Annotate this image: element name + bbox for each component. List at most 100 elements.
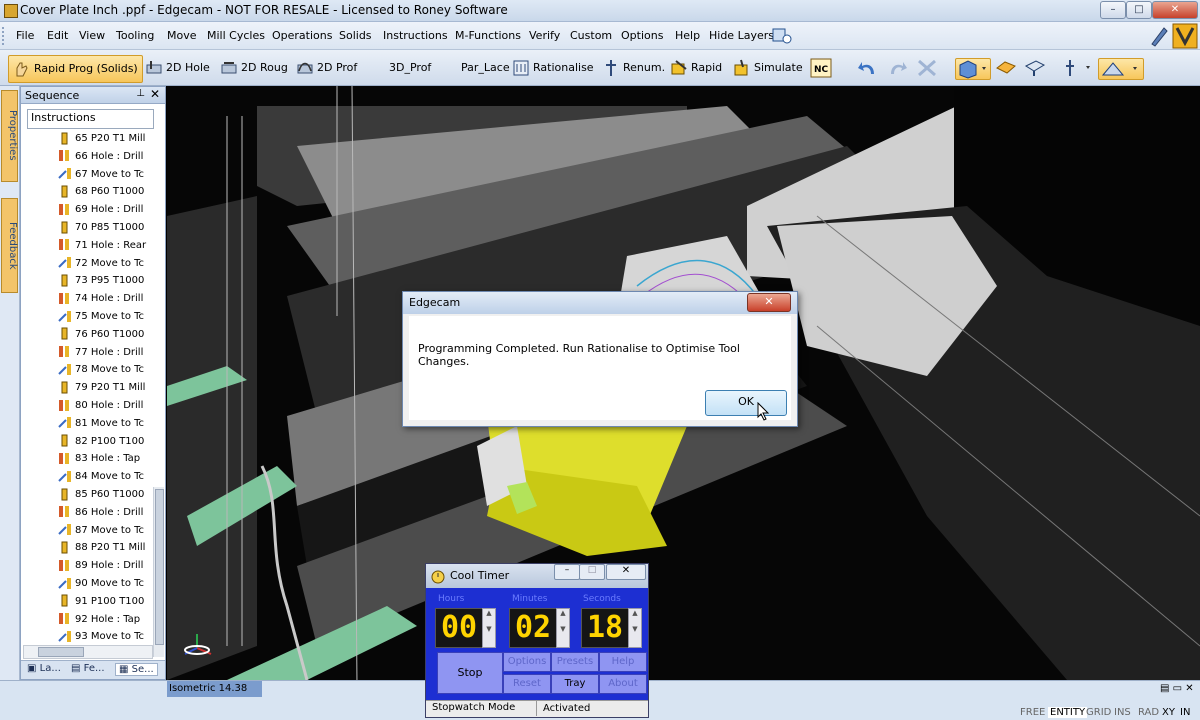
- pencil-icon[interactable]: [1148, 24, 1170, 48]
- renum-button[interactable]: Renum.: [602, 55, 665, 81]
- cancel-x-icon[interactable]: [916, 58, 938, 78]
- sequence-item[interactable]: 93 Move to Tc: [57, 628, 165, 645]
- minimize-button[interactable]: –: [1100, 1, 1126, 19]
- edgecam-brand-icon[interactable]: [1172, 23, 1198, 49]
- bottom-tab-features[interactable]: ▤ Fe...: [71, 663, 105, 674]
- undo-icon[interactable]: [857, 58, 879, 78]
- display-mode-icon[interactable]: [1024, 58, 1046, 78]
- status-in[interactable]: IN: [1180, 707, 1190, 718]
- sequence-item[interactable]: 73 P95 T1000: [57, 272, 165, 289]
- shaded-view-icon[interactable]: [995, 58, 1017, 78]
- status-ins[interactable]: INS: [1114, 707, 1131, 718]
- maximize-button[interactable]: □: [1126, 1, 1152, 19]
- tree-horizontal-scrollbar[interactable]: [23, 645, 153, 659]
- sequence-item[interactable]: 69 Hole : Drill: [57, 201, 165, 218]
- sequence-item[interactable]: 81 Move to Tc: [57, 415, 165, 432]
- menu-edit[interactable]: Edit: [47, 29, 68, 42]
- seconds-spinner[interactable]: ▲ ▼: [628, 608, 642, 648]
- menu-view[interactable]: View: [79, 29, 105, 42]
- 2d-roug-button[interactable]: 2D Roug: [220, 55, 288, 81]
- side-tab-feedback[interactable]: Feedback: [2, 222, 18, 270]
- redo-icon[interactable]: [886, 58, 908, 78]
- sequence-item[interactable]: 79 P20 T1 Mill: [57, 379, 165, 396]
- sequence-item[interactable]: 71 Hole : Rear: [57, 237, 165, 254]
- help-button[interactable]: Help: [599, 652, 647, 672]
- sequence-item[interactable]: 86 Hole : Drill: [57, 504, 165, 521]
- hours-spinner[interactable]: ▲ ▼: [482, 608, 496, 648]
- pin-icon[interactable]: ⊥: [136, 88, 145, 99]
- layers-tool-icon[interactable]: [770, 25, 794, 47]
- menu-verify[interactable]: Verify: [529, 29, 560, 42]
- sequence-item[interactable]: 80 Hole : Drill: [57, 397, 165, 414]
- layout-icons[interactable]: ▤ ▭ ✕: [1160, 683, 1194, 694]
- menu-move[interactable]: Move: [167, 29, 197, 42]
- sequence-item[interactable]: 83 Hole : Tap: [57, 450, 165, 467]
- sequence-item[interactable]: 70 P85 T1000: [57, 219, 165, 236]
- status-grid[interactable]: GRID: [1086, 707, 1111, 718]
- close-button[interactable]: ✕: [1152, 1, 1198, 19]
- rapid-prog-solids-button[interactable]: Rapid Prog (Solids): [8, 55, 143, 83]
- options-button[interactable]: Options: [503, 652, 551, 672]
- tray-button[interactable]: Tray: [551, 674, 599, 694]
- sequence-item[interactable]: 78 Move to Tc: [57, 361, 165, 378]
- sequence-item[interactable]: 87 Move to Tc: [57, 522, 165, 539]
- rationalise-button[interactable]: Rationalise: [512, 55, 594, 81]
- menu-mill-cycles[interactable]: Mill Cycles: [207, 29, 265, 42]
- stop-button[interactable]: Stop: [437, 652, 503, 694]
- sequence-item[interactable]: 85 P60 T1000: [57, 486, 165, 503]
- sequence-item[interactable]: 76 P60 T1000: [57, 326, 165, 343]
- ok-button[interactable]: OK: [705, 390, 787, 416]
- menu-tooling[interactable]: Tooling: [116, 29, 154, 42]
- reset-button[interactable]: Reset: [503, 674, 551, 694]
- bottom-tab-layers[interactable]: ▣ La...: [27, 663, 61, 674]
- menu-m-functions[interactable]: M-Functions: [455, 29, 521, 42]
- sequence-item[interactable]: 88 P20 T1 Mill: [57, 539, 165, 556]
- sequence-item[interactable]: 67 Move to Tc: [57, 166, 165, 183]
- 3d-prof-button[interactable]: 3D_Prof: [389, 55, 431, 81]
- side-tab-properties[interactable]: Properties: [2, 110, 18, 161]
- 2d-prof-button[interactable]: 2D Prof: [296, 55, 357, 81]
- dialog-close-button[interactable]: ✕: [747, 293, 791, 312]
- sequence-item[interactable]: 74 Hole : Drill: [57, 290, 165, 307]
- bottom-tab-sequence[interactable]: ▦ Se...: [115, 663, 158, 676]
- sequence-item[interactable]: 72 Move to Tc: [57, 255, 165, 272]
- menu-operations[interactable]: Operations: [272, 29, 332, 42]
- tree-root-instructions[interactable]: Instructions: [27, 109, 154, 129]
- sequence-item[interactable]: 92 Hole : Tap: [57, 611, 165, 628]
- status-rad[interactable]: RAD: [1138, 707, 1159, 718]
- menu-options[interactable]: Options: [621, 29, 663, 42]
- menu-custom[interactable]: Custom: [570, 29, 612, 42]
- presets-button[interactable]: Presets: [551, 652, 599, 672]
- menu-instructions[interactable]: Instructions: [383, 29, 448, 42]
- hscroll-thumb[interactable]: [38, 647, 84, 657]
- about-button[interactable]: About: [599, 674, 647, 694]
- menu-solids[interactable]: Solids: [339, 29, 372, 42]
- menu-hide-layers[interactable]: Hide Layers: [709, 29, 774, 42]
- sequence-item[interactable]: 75 Move to Tc: [57, 308, 165, 325]
- sequence-item[interactable]: 84 Move to Tc: [57, 468, 165, 485]
- 2d-hole-button[interactable]: 2D Hole: [145, 55, 210, 81]
- status-free[interactable]: FREE: [1020, 707, 1045, 718]
- scroll-thumb[interactable]: [155, 489, 164, 645]
- timer-minimize-button[interactable]: –: [554, 564, 580, 580]
- timer-maximize-button[interactable]: □: [579, 564, 605, 580]
- sequence-item[interactable]: 77 Hole : Drill: [57, 344, 165, 361]
- minutes-spinner[interactable]: ▲ ▼: [556, 608, 570, 648]
- sequence-item[interactable]: 65 P20 T1 Mill: [57, 130, 165, 147]
- solid-view-icon[interactable]: [955, 58, 991, 80]
- menu-file[interactable]: File: [16, 29, 34, 42]
- rapid-button[interactable]: Rapid: [670, 55, 722, 81]
- nc-code-icon[interactable]: NC: [810, 58, 832, 78]
- tree-vertical-scrollbar[interactable]: [153, 487, 164, 657]
- status-entity[interactable]: ENTITY: [1048, 707, 1088, 718]
- timer-close-button[interactable]: ✕: [606, 564, 646, 580]
- par-lace-button[interactable]: Par_Lace: [461, 55, 510, 81]
- tool-display-icon[interactable]: [1060, 58, 1096, 78]
- status-xy[interactable]: XY: [1162, 707, 1175, 718]
- pane-close-icon[interactable]: ✕: [150, 87, 160, 101]
- sequence-item[interactable]: 82 P100 T100: [57, 433, 165, 450]
- sequence-item[interactable]: 91 P100 T100: [57, 593, 165, 610]
- sequence-item[interactable]: 66 Hole : Drill: [57, 148, 165, 165]
- workplane-icon[interactable]: [1098, 58, 1144, 80]
- sequence-item[interactable]: 89 Hole : Drill: [57, 557, 165, 574]
